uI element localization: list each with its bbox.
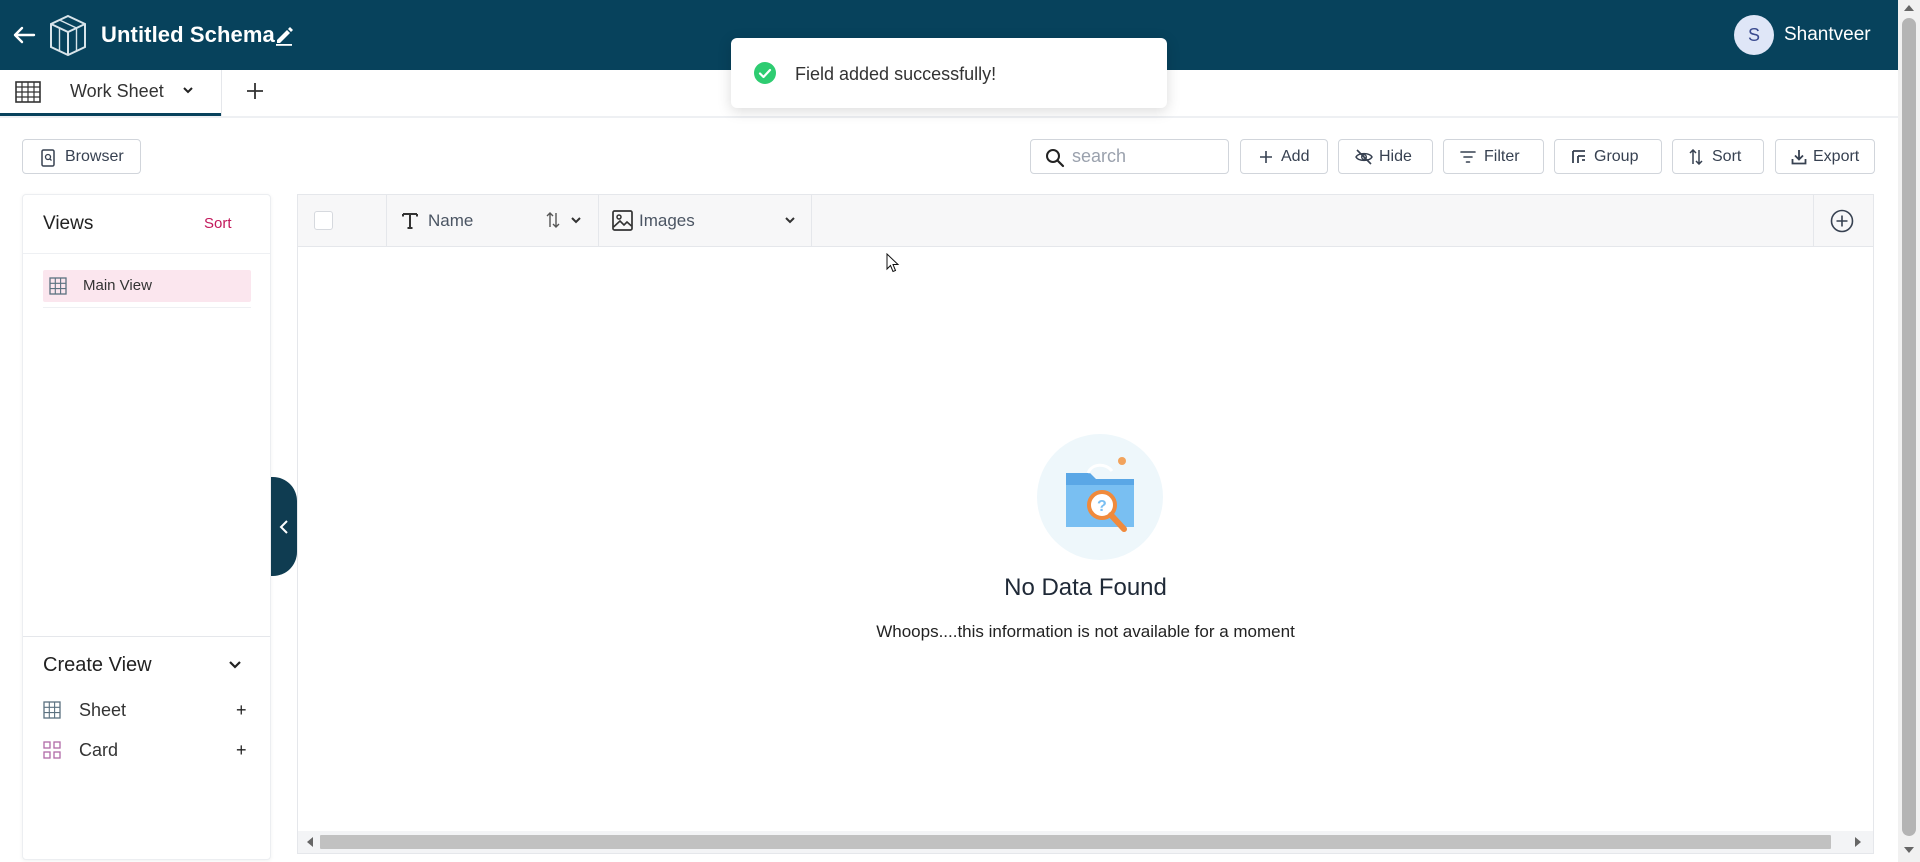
sort-icon[interactable] — [546, 212, 560, 228]
search-field[interactable] — [1030, 139, 1229, 174]
tab-divider — [221, 70, 222, 116]
pencil-icon[interactable] — [274, 24, 294, 46]
tab-label: Work Sheet — [70, 81, 164, 101]
views-sort-link[interactable]: Sort — [204, 214, 232, 234]
filter-label: Filter — [1484, 148, 1520, 165]
vertical-scrollbar[interactable] — [1898, 0, 1920, 862]
create-view-title: Create View — [43, 654, 152, 676]
toast-message: Field added successfully! — [795, 64, 997, 84]
column-divider — [811, 195, 812, 247]
add-label: Add — [1281, 148, 1310, 165]
avatar[interactable]: S — [1734, 15, 1774, 55]
horizontal-scrollbar[interactable] — [298, 831, 1873, 853]
export-label: Export — [1813, 148, 1860, 165]
group-button[interactable]: Group — [1554, 139, 1662, 174]
column-label: Name — [428, 211, 474, 230]
chevron-down-icon[interactable] — [182, 85, 194, 95]
table-icon — [15, 81, 41, 103]
create-view-card-label: Card — [79, 740, 119, 760]
chevron-down-icon[interactable] — [784, 215, 796, 225]
hide-label: Hide — [1379, 148, 1412, 165]
sort-button[interactable]: Sort — [1672, 139, 1764, 174]
mouse-cursor-icon — [886, 253, 900, 273]
column-divider — [1813, 195, 1814, 247]
filter-icon — [1460, 151, 1476, 163]
column-label: Images — [639, 211, 695, 230]
add-sheet-icon[interactable] — [244, 80, 266, 102]
check-circle-icon — [754, 62, 776, 84]
user-name[interactable]: Shantveer — [1784, 22, 1871, 48]
empty-state-title: No Data Found — [1004, 574, 1167, 601]
grid-header: Name Images — [298, 195, 1873, 247]
empty-folder-search-illustration: ? — [1037, 434, 1163, 560]
tab-work-sheet[interactable]: Work Sheet — [0, 70, 221, 116]
add-column-icon[interactable] — [1830, 209, 1854, 233]
views-panel: Views Sort Main View Create View Sheet +… — [22, 194, 271, 860]
download-icon — [1791, 150, 1807, 165]
image-icon — [612, 210, 633, 231]
divider — [43, 307, 251, 308]
chevron-left-icon — [279, 520, 288, 534]
data-grid: Name Images ? No Data Found Whoops....th… — [297, 194, 1874, 854]
grid-icon — [43, 701, 61, 719]
filter-button[interactable]: Filter — [1443, 139, 1544, 174]
document-search-icon — [41, 149, 55, 167]
grid-icon — [49, 277, 67, 295]
create-view-card[interactable]: Card + — [43, 735, 251, 765]
divider — [23, 253, 270, 254]
browser-label: Browser — [65, 148, 124, 165]
chevron-down-icon[interactable] — [570, 215, 582, 225]
group-label: Group — [1594, 148, 1639, 165]
chevron-down-icon[interactable] — [228, 659, 242, 671]
view-item-label: Main View — [83, 277, 152, 294]
scroll-left-icon[interactable] — [306, 837, 314, 847]
plus-icon — [1260, 151, 1272, 163]
export-button[interactable]: Export — [1775, 139, 1875, 174]
view-item-main-view[interactable]: Main View — [43, 270, 251, 302]
scroll-up-icon[interactable] — [1904, 4, 1914, 12]
column-header-images[interactable]: Images — [599, 195, 811, 247]
create-view-sheet[interactable]: Sheet + — [43, 695, 251, 725]
card-icon — [43, 741, 61, 759]
add-sheet-view-button[interactable]: + — [236, 700, 247, 720]
sort-label: Sort — [1712, 148, 1742, 165]
select-all-checkbox[interactable] — [314, 211, 333, 230]
search-icon — [1046, 149, 1065, 168]
views-title: Views — [43, 213, 94, 234]
collapse-sidebar-button[interactable] — [271, 477, 297, 576]
scrollbar-thumb[interactable] — [320, 835, 1831, 849]
hide-button[interactable]: Hide — [1338, 139, 1433, 174]
text-type-icon — [402, 213, 418, 229]
cube-logo-icon[interactable] — [47, 13, 89, 58]
sort-icon — [1689, 149, 1703, 165]
divider — [23, 636, 270, 637]
group-icon — [1572, 150, 1585, 163]
browser-button[interactable]: Browser — [22, 139, 141, 174]
eye-off-icon — [1355, 149, 1373, 165]
scrollbar-thumb[interactable] — [1902, 18, 1916, 836]
create-view-sheet-label: Sheet — [79, 700, 127, 720]
add-button[interactable]: Add — [1240, 139, 1328, 174]
success-toast: Field added successfully! — [731, 38, 1167, 108]
column-header-name[interactable]: Name — [387, 195, 598, 247]
empty-state-subtitle: Whoops....this information is not availa… — [876, 622, 1295, 641]
arrow-left-icon[interactable] — [10, 21, 38, 49]
scroll-right-icon[interactable] — [1854, 837, 1862, 847]
svg-text:?: ? — [1097, 498, 1107, 515]
search-input[interactable] — [1072, 141, 1222, 172]
scroll-down-icon[interactable] — [1904, 846, 1914, 854]
page-title: Untitled Schema — [101, 22, 275, 47]
add-card-view-button[interactable]: + — [236, 740, 247, 760]
